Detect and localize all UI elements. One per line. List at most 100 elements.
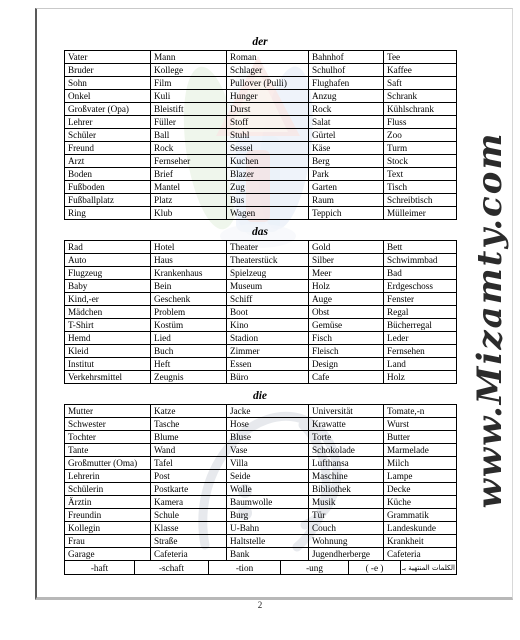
word-cell: Kamera xyxy=(150,495,227,509)
word-cell: Landeskunde xyxy=(383,521,457,535)
word-cell: Villa xyxy=(226,456,309,470)
gender-section-das: das Rad Hotel Theater Gold Bett Auto Haus Theat… xyxy=(64,226,457,384)
table-row: Ärztin Kamera Baumwolle Musik Küche xyxy=(64,495,457,509)
word-cell: Schrank xyxy=(383,89,457,103)
word-cell: Tomate,-n xyxy=(383,404,457,418)
table-row: Tante Wand Vase Schokolade Marmelade xyxy=(64,443,457,457)
word-cell: Buch xyxy=(150,344,227,358)
word-cell: Bein xyxy=(150,279,227,293)
word-cell: Marmelade xyxy=(383,443,457,457)
word-cell: Lehrerin xyxy=(64,469,151,483)
word-cell: Bad xyxy=(383,266,457,280)
word-cell: Tisch xyxy=(383,180,457,194)
word-cell: Essen xyxy=(226,357,309,371)
word-cell: Mutter xyxy=(64,404,151,418)
word-cell: Schwester xyxy=(64,417,151,431)
word-cell: Schulhof xyxy=(308,63,384,77)
word-cell: Klasse xyxy=(150,521,227,535)
word-cell: Jugendherberge xyxy=(308,547,384,561)
word-cell: Design xyxy=(308,357,384,371)
word-cell: Couch xyxy=(308,521,384,535)
word-cell: Ring xyxy=(64,206,151,220)
word-cell: Katze xyxy=(150,404,227,418)
word-cell: Garten xyxy=(308,180,384,194)
gender-section-die: die Mutter Katze Jacke Universität Tomate,-n… xyxy=(64,390,457,575)
word-cell: Garage xyxy=(64,547,151,561)
word-cell: Straße xyxy=(150,534,227,548)
suffix-cell: ( -e ) xyxy=(348,560,401,575)
word-cell: Ball xyxy=(150,128,227,142)
table-row: Institut Heft Essen Design Land xyxy=(64,357,457,371)
word-cell: Salat xyxy=(308,115,384,129)
table-row: Fußboden Mantel Zug Garten Tisch xyxy=(64,180,457,194)
word-cell: Tür xyxy=(308,508,384,522)
word-cell: U-Bahn xyxy=(226,521,309,535)
word-cell: Schreibtisch xyxy=(383,193,457,207)
word-cell: Haus xyxy=(150,253,227,267)
word-cell: Schwimmbad xyxy=(383,253,457,267)
word-cell: Stuhl xyxy=(226,128,309,142)
word-cell: Mülleimer xyxy=(383,206,457,220)
word-cell: Gold xyxy=(308,240,384,254)
word-cell: Bleistift xyxy=(150,102,227,116)
word-cell: Kaffee xyxy=(383,63,457,77)
word-cell: Zoo xyxy=(383,128,457,142)
word-cell: Sessel xyxy=(226,141,309,155)
word-cell: Institut xyxy=(64,357,151,371)
suffix-cell: -schaft xyxy=(134,560,209,575)
word-cell: Auge xyxy=(308,292,384,306)
word-cell: Blume xyxy=(150,430,227,444)
word-cell: Onkel xyxy=(64,89,151,103)
word-cell: Turm xyxy=(383,141,457,155)
word-cell: Küche xyxy=(383,495,457,509)
word-cell: Hunger xyxy=(226,89,309,103)
word-cell: Großvater (Opa) xyxy=(64,102,151,116)
table-row: Schwester Tasche Hose Krawatte Wurst xyxy=(64,417,457,431)
word-cell: Bus xyxy=(226,193,309,207)
word-cell: Durst xyxy=(226,102,309,116)
word-cell: Decke xyxy=(383,482,457,496)
word-cell: Blazer xyxy=(226,167,309,181)
word-cell: Postkarte xyxy=(150,482,227,496)
word-cell: Text xyxy=(383,167,457,181)
word-cell: Stoff xyxy=(226,115,309,129)
word-cell: Verkehrsmittel xyxy=(64,370,151,384)
word-cell: Schokolade xyxy=(308,443,384,457)
word-cell: Kostüm xyxy=(150,318,227,332)
word-cell: Kollege xyxy=(150,63,227,77)
word-cell: Pullover (Pulli) xyxy=(226,76,309,90)
word-cell: Tafel xyxy=(150,456,227,470)
suffix-cell: -tion xyxy=(208,560,281,575)
word-cell: Gürtel xyxy=(308,128,384,142)
gender-section-der: der Vater Mann Roman Bahnhof Tee Bruder Kolleg… xyxy=(64,36,457,220)
word-cell: Zug xyxy=(226,180,309,194)
word-cell: Saft xyxy=(383,76,457,90)
word-cell: Mantel xyxy=(150,180,227,194)
word-cell: Theaterstück xyxy=(226,253,309,267)
word-cell: Gemüse xyxy=(308,318,384,332)
word-cell: Stock xyxy=(383,154,457,168)
word-cell: Kuchen xyxy=(226,154,309,168)
word-cell: Geschenk xyxy=(150,292,227,306)
word-cell: Rock xyxy=(150,141,227,155)
suffix-row: -haft -schaft -tion -ung( -e ) الكلمات المنت… xyxy=(64,560,457,575)
table-row: Tochter Blume Bluse Torte Butter xyxy=(64,430,457,444)
word-table-die: Mutter Katze Jacke Universität Tomate,-n Schw… xyxy=(64,404,457,561)
word-cell: Universität xyxy=(308,404,384,418)
word-cell: Kino xyxy=(226,318,309,332)
word-cell: Füller xyxy=(150,115,227,129)
suffix-table: -haft -schaft -tion -ung( -e ) الكلمات المنت… xyxy=(64,560,457,575)
word-cell: Krankheit xyxy=(383,534,457,548)
table-row: Verkehrsmittel Zeugnis Büro Cafe Holz xyxy=(64,370,457,384)
word-cell: Haltstelle xyxy=(226,534,309,548)
word-cell: Fluss xyxy=(383,115,457,129)
word-cell: Maschine xyxy=(308,469,384,483)
word-cell: Kuli xyxy=(150,89,227,103)
table-row: Mutter Katze Jacke Universität Tomate,-n xyxy=(64,404,457,418)
word-cell: Wolle xyxy=(226,482,309,496)
word-cell: Fernseher xyxy=(150,154,227,168)
word-cell: Baumwolle xyxy=(226,495,309,509)
word-cell: Frau xyxy=(64,534,151,548)
table-row: Freund Rock Sessel Käse Turm xyxy=(64,141,457,155)
word-table-der: Vater Mann Roman Bahnhof Tee Bruder Kollege Sch… xyxy=(64,50,457,220)
